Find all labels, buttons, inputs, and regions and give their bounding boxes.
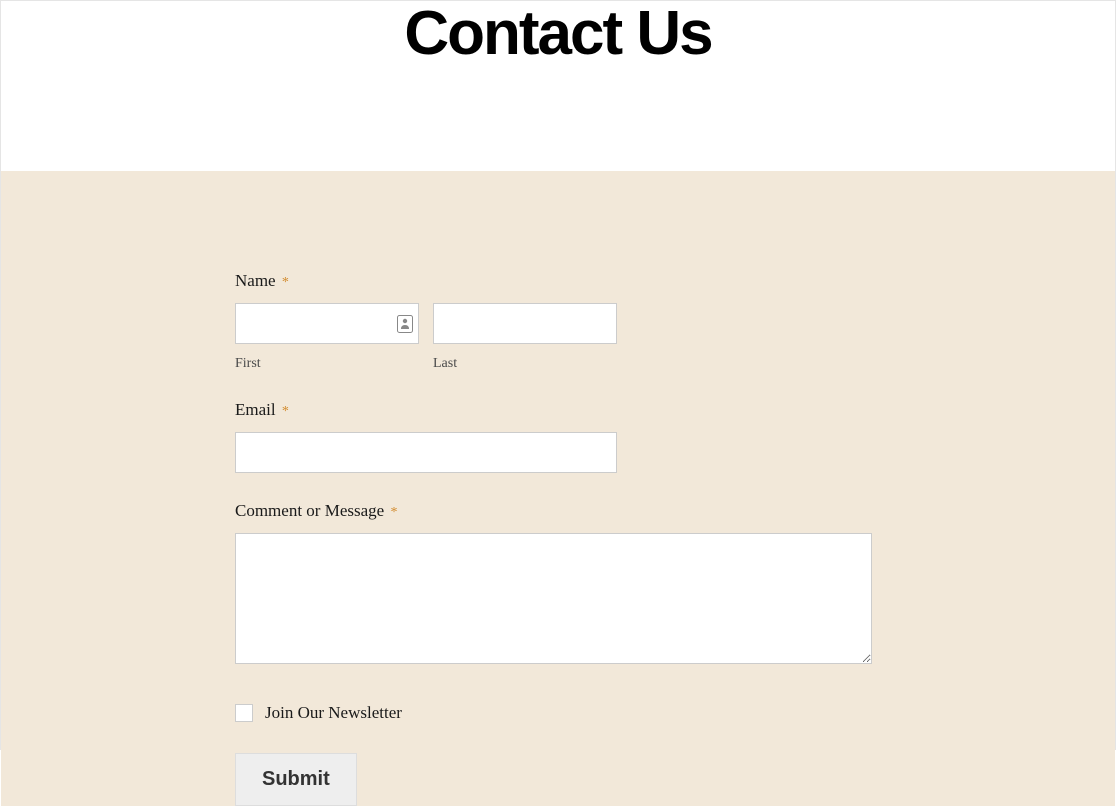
comment-textarea[interactable] [235, 533, 872, 664]
name-label-text: Name [235, 271, 276, 290]
name-fields-container: First Last [235, 303, 875, 372]
form-section: Name * First [1, 171, 1115, 806]
contact-form: Name * First [235, 271, 875, 806]
page-title: Contact Us [1, 1, 1115, 66]
newsletter-checkbox[interactable] [235, 704, 253, 722]
last-name-sublabel: Last [433, 356, 617, 372]
email-label: Email * [235, 400, 875, 420]
last-name-input[interactable] [433, 303, 617, 344]
email-input[interactable] [235, 432, 617, 473]
comment-field-row: Comment or Message * [235, 501, 875, 669]
required-asterisk: * [390, 505, 397, 520]
required-asterisk: * [282, 275, 289, 290]
newsletter-row: Join Our Newsletter [235, 703, 875, 723]
comment-label: Comment or Message * [235, 501, 875, 521]
first-name-sublabel: First [235, 356, 419, 372]
first-name-input[interactable] [235, 303, 419, 344]
header-section: Contact Us [1, 1, 1115, 171]
name-field-row: Name * First [235, 271, 875, 372]
newsletter-label: Join Our Newsletter [265, 703, 402, 723]
submit-button[interactable]: Submit [235, 753, 357, 806]
email-field-row: Email * [235, 400, 875, 473]
last-name-wrapper: Last [433, 303, 617, 372]
first-name-wrapper: First [235, 303, 419, 372]
email-label-text: Email [235, 400, 276, 419]
comment-label-text: Comment or Message [235, 501, 384, 520]
required-asterisk: * [282, 404, 289, 419]
name-label: Name * [235, 271, 875, 291]
